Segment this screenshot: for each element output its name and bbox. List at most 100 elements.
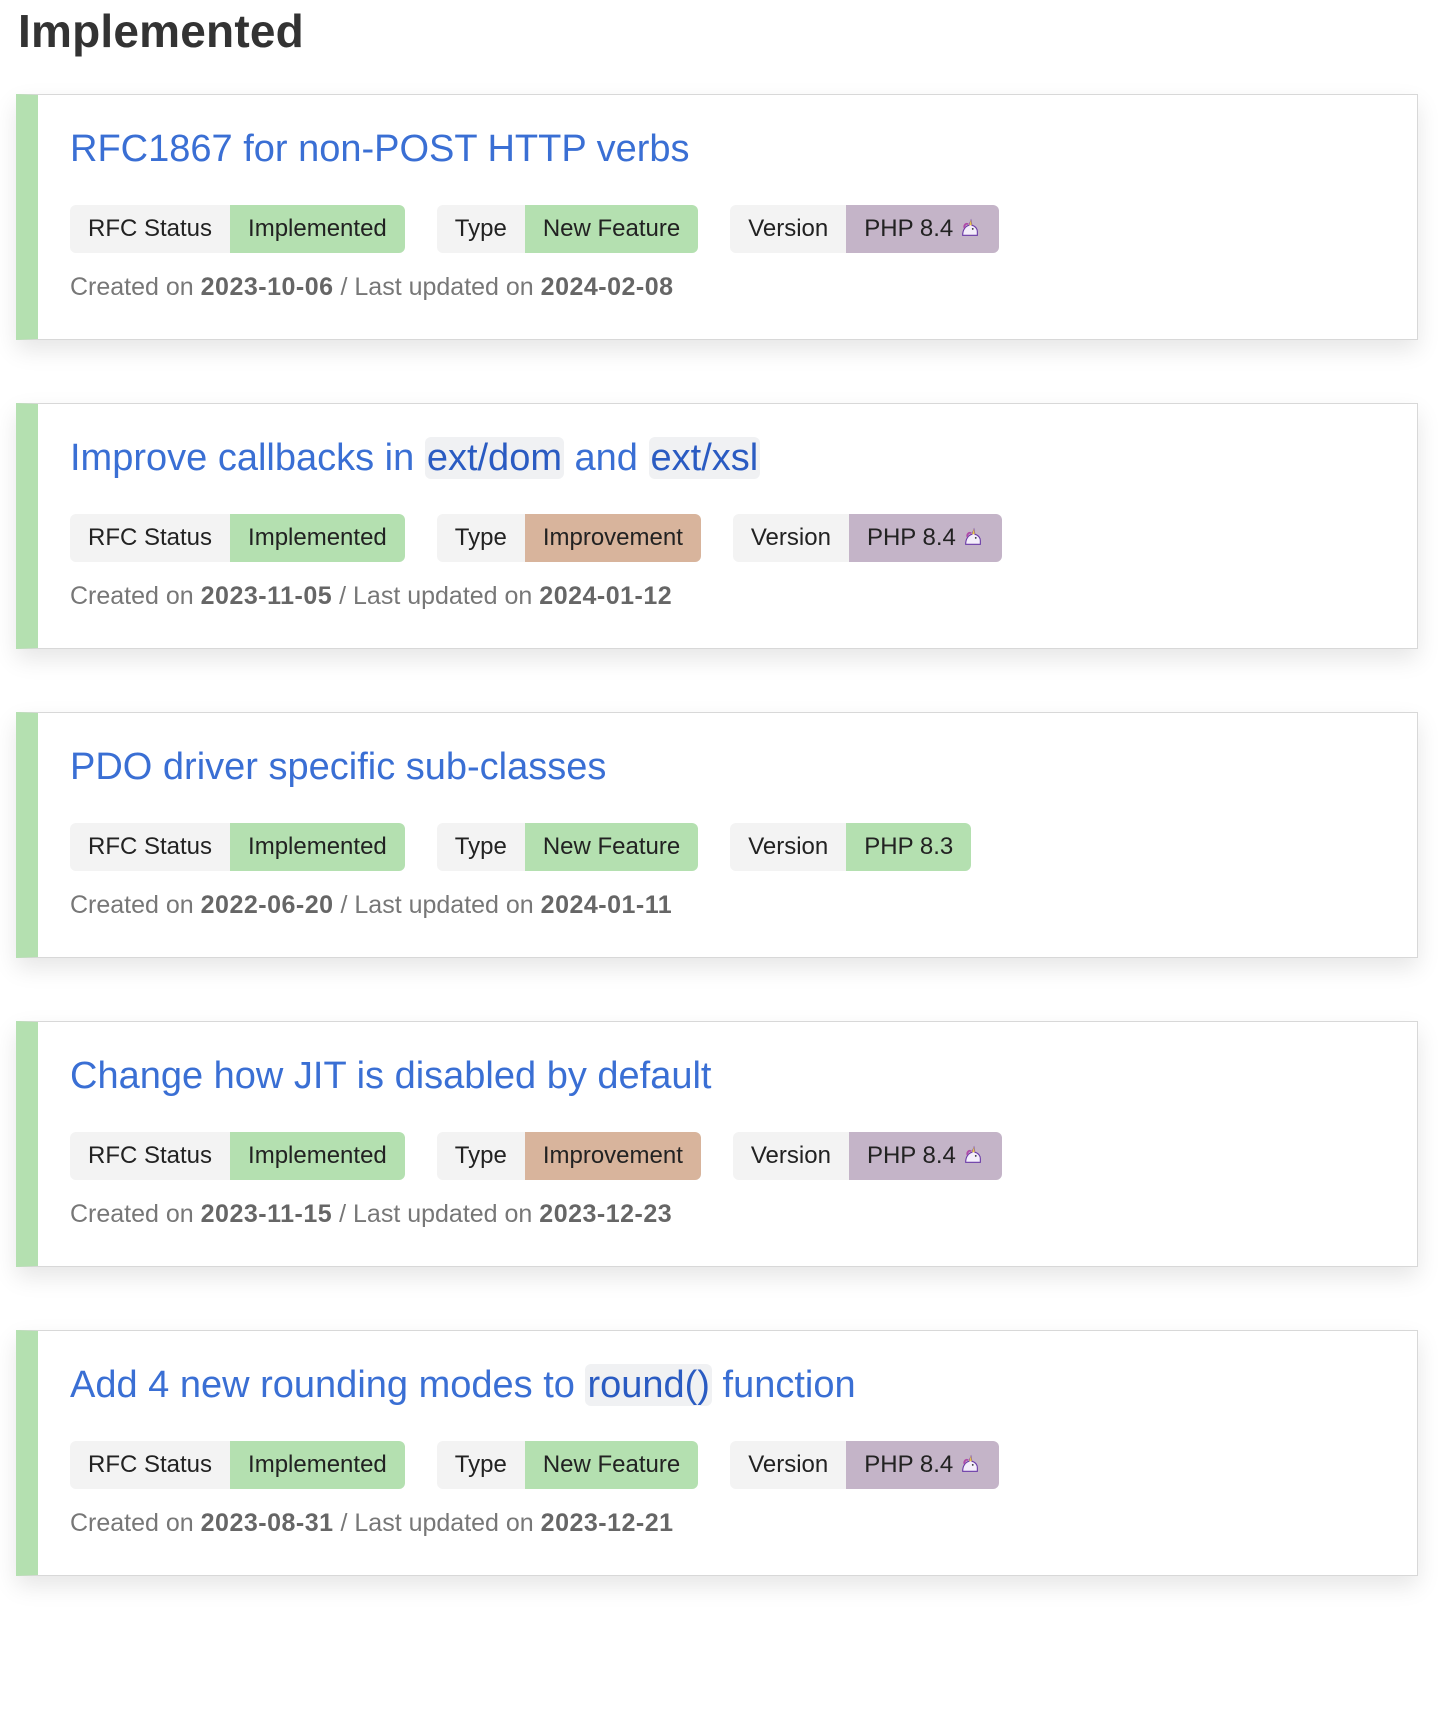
type-badge: Type New Feature [436, 823, 699, 871]
rfc-card: RFC1867 for non-POST HTTP verbs RFC Stat… [16, 94, 1418, 340]
created-date: 2023-11-15 [200, 1200, 333, 1228]
version-badge: Version PHP 8.4 [730, 1441, 1000, 1489]
title-text: Add 4 new rounding modes to [70, 1364, 586, 1406]
updated-label: / Last updated on [340, 891, 534, 919]
version-badge: Version PHP 8.4 [732, 1132, 1002, 1180]
created-label: Created on [70, 1200, 194, 1228]
status-badge-label: RFC Status [70, 205, 231, 253]
rfc-dates: Created on 2023-11-15 / Last updated on … [70, 1200, 672, 1229]
type-badge-value: Improvement [524, 1132, 701, 1180]
badge-row: RFC Status Implemented Type Improvement … [70, 1132, 1002, 1180]
title-text: RFC1867 for non-POST HTTP verbs [70, 128, 690, 170]
updated-label: / Last updated on [340, 1509, 534, 1537]
type-badge-label: Type [436, 823, 525, 871]
version-badge: Version PHP 8.4 [730, 205, 1000, 253]
badge-row: RFC Status Implemented Type Improvement … [70, 514, 1002, 562]
status-badge-value: Implemented [230, 823, 405, 871]
version-badge: Version PHP 8.4 [732, 514, 1002, 562]
status-badge: RFC Status Implemented [70, 1132, 405, 1180]
updated-label: / Last updated on [339, 1200, 533, 1228]
unicorn-icon [962, 1454, 979, 1472]
created-date: 2023-11-05 [200, 582, 333, 610]
rfc-title-link[interactable]: Change how JIT is disabled by default [70, 1055, 711, 1097]
title-text: function [711, 1364, 856, 1406]
rfc-dates: Created on 2023-08-31 / Last updated on … [70, 1509, 674, 1538]
status-badge-value: Implemented [230, 205, 405, 253]
version-text: PHP 8.4 [866, 524, 956, 551]
unicorn-icon [962, 218, 979, 236]
version-badge-label: Version [732, 1132, 849, 1180]
type-badge-value: New Feature [524, 205, 699, 253]
rfc-card: Improve callbacks in ext/dom and ext/xsl… [16, 403, 1418, 649]
rfc-dates: Created on 2023-11-05 / Last updated on … [70, 582, 672, 611]
version-badge-label: Version [732, 514, 849, 562]
rfc-title-link[interactable]: RFC1867 for non-POST HTTP verbs [70, 128, 690, 170]
rfc-title: PDO driver specific sub-classes [70, 745, 606, 789]
badge-row: RFC Status Implemented Type New Feature … [70, 205, 1000, 253]
version-badge-label: Version [730, 1441, 847, 1489]
rfc-title: Improve callbacks in ext/dom and ext/xsl [70, 436, 761, 480]
version-badge-value: PHP 8.4 [846, 1441, 1000, 1489]
type-badge-value: New Feature [524, 823, 699, 871]
badge-row: RFC Status Implemented Type New Feature … [70, 823, 972, 871]
status-badge-label: RFC Status [70, 514, 231, 562]
version-text: PHP 8.4 [864, 1451, 954, 1478]
version-badge: Version PHP 8.3 [730, 823, 972, 871]
status-badge: RFC Status Implemented [70, 823, 405, 871]
updated-date: 2023-12-23 [539, 1200, 673, 1228]
title-code: round() [585, 1364, 712, 1406]
type-badge-value: New Feature [524, 1441, 699, 1489]
status-badge-value: Implemented [230, 1441, 405, 1489]
rfc-title: Change how JIT is disabled by default [70, 1054, 711, 1098]
version-badge-value: PHP 8.4 [848, 514, 1002, 562]
rfc-title-link[interactable]: Add 4 new rounding modes to round() func… [70, 1364, 856, 1406]
status-badge-value: Implemented [230, 1132, 405, 1180]
created-date: 2023-08-31 [200, 1509, 334, 1537]
updated-date: 2024-02-08 [540, 273, 674, 301]
status-badge: RFC Status Implemented [70, 205, 405, 253]
section-title: Implemented [18, 5, 304, 57]
version-badge-value: PHP 8.4 [848, 1132, 1002, 1180]
rfc-title-link[interactable]: Improve callbacks in ext/dom and ext/xsl [70, 437, 761, 479]
title-code: ext/xsl [648, 437, 761, 479]
updated-label: / Last updated on [340, 273, 534, 301]
unicorn-icon [965, 527, 981, 545]
version-badge-label: Version [730, 823, 847, 871]
created-date: 2022-06-20 [200, 891, 334, 919]
rfc-title-link[interactable]: PDO driver specific sub-classes [70, 746, 606, 788]
version-text: PHP 8.4 [864, 215, 954, 242]
type-badge-label: Type [436, 1132, 525, 1180]
updated-date: 2024-01-11 [540, 891, 673, 919]
type-badge: Type Improvement [436, 1132, 701, 1180]
rfc-dates: Created on 2023-10-06 / Last updated on … [70, 273, 674, 302]
version-text: PHP 8.4 [866, 1142, 956, 1169]
type-badge-label: Type [436, 1441, 525, 1489]
rfc-card: Change how JIT is disabled by default RF… [16, 1021, 1418, 1267]
type-badge-label: Type [436, 205, 525, 253]
badge-row: RFC Status Implemented Type New Feature … [70, 1441, 1000, 1489]
version-badge-value: PHP 8.3 [846, 823, 972, 871]
type-badge: Type New Feature [436, 205, 699, 253]
type-badge-label: Type [436, 514, 525, 562]
status-badge-label: RFC Status [70, 1441, 231, 1489]
unicorn-icon [965, 1145, 981, 1163]
created-label: Created on [70, 891, 194, 919]
created-label: Created on [70, 1509, 194, 1537]
rfc-dates: Created on 2022-06-20 / Last updated on … [70, 891, 672, 920]
rfc-title: RFC1867 for non-POST HTTP verbs [70, 127, 690, 171]
status-badge-label: RFC Status [70, 823, 231, 871]
type-badge: Type Improvement [436, 514, 701, 562]
created-label: Created on [70, 273, 194, 301]
title-text: Change how JIT is disabled by default [70, 1055, 712, 1097]
title-code: ext/dom [424, 437, 564, 479]
title-text: PDO driver specific sub-classes [70, 746, 607, 788]
rfc-title: Add 4 new rounding modes to round() func… [70, 1363, 856, 1407]
status-badge-value: Implemented [230, 514, 405, 562]
updated-date: 2023-12-21 [540, 1509, 674, 1537]
type-badge: Type New Feature [436, 1441, 699, 1489]
rfc-card: PDO driver specific sub-classes RFC Stat… [16, 712, 1418, 958]
created-date: 2023-10-06 [200, 273, 334, 301]
rfc-card: Add 4 new rounding modes to round() func… [16, 1330, 1418, 1576]
type-badge-value: Improvement [524, 514, 701, 562]
title-text: Improve callbacks in [70, 437, 425, 479]
